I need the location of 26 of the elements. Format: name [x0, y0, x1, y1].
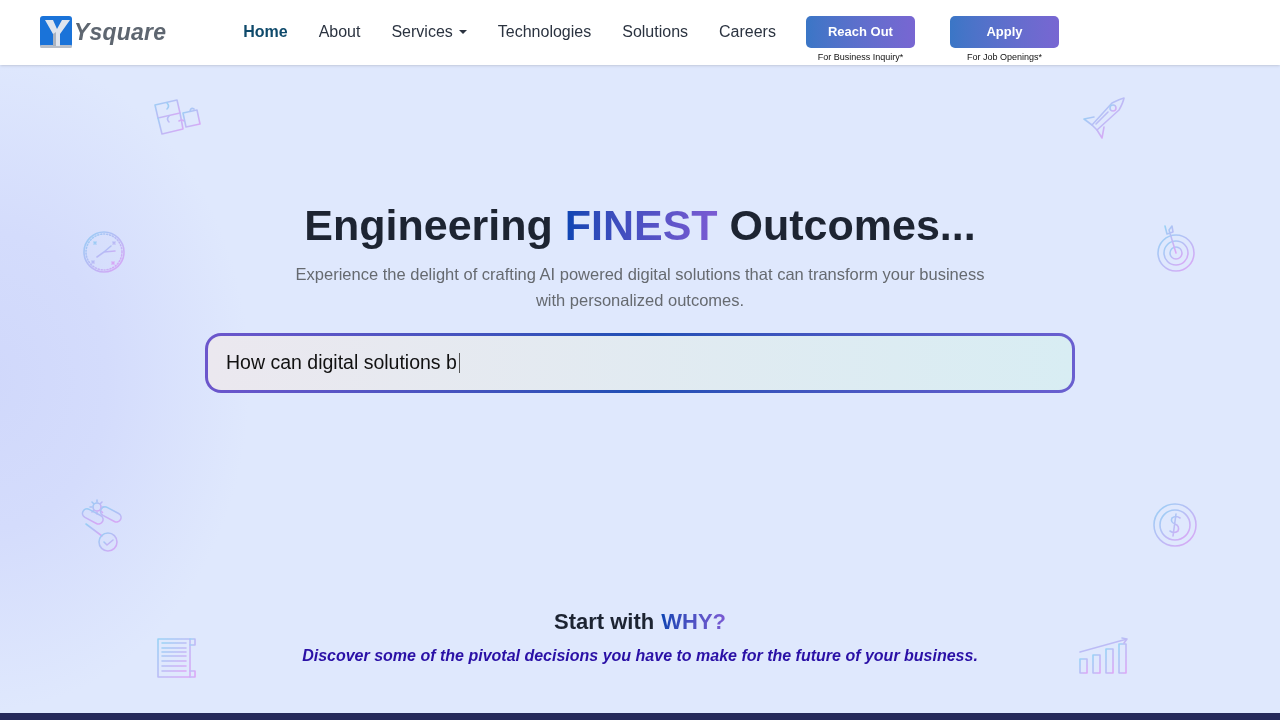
clock-icon [82, 230, 126, 274]
cta-button[interactable]: Apply [949, 16, 1059, 48]
logo-text: Ysquare [74, 20, 167, 44]
target-icon [1156, 224, 1196, 273]
hero-title: Engineering FINEST Outcomes... [304, 200, 976, 251]
section-title: Start with WHY? [554, 606, 726, 638]
nav-link[interactable]: Solutions [622, 22, 689, 42]
nav-link[interactable]: Home [243, 22, 288, 42]
puzzle-icon [153, 99, 201, 137]
scroll-icon [155, 636, 199, 680]
text-cursor-icon [458, 353, 460, 373]
caret-icon [458, 30, 467, 34]
logo-mark-icon [40, 16, 72, 48]
search-field[interactable]: How can digital solutions b [205, 333, 1075, 393]
dollar-coin-icon [1152, 502, 1198, 548]
cta-button[interactable]: Reach Out [805, 16, 915, 48]
nav-link[interactable]: About [318, 22, 361, 42]
nav-link[interactable]: Services [391, 22, 467, 42]
hero-subtitle: Experience the delight of crafting AI powered digital solutions that can transform your business with personalized outcomes. [294, 264, 986, 311]
section-tagline: Discover some of the pivotal decisions you have to make for the future of your business. [302, 646, 978, 666]
nav-link[interactable]: Careers [719, 22, 776, 42]
rocket-icon [1082, 97, 1125, 140]
cta-caption: For Business Inquiry* [817, 52, 904, 63]
nav-link[interactable]: Technologies [497, 22, 592, 42]
cta-caption: For Job Openings* [966, 52, 1042, 63]
bar-chart-icon [1078, 637, 1130, 675]
